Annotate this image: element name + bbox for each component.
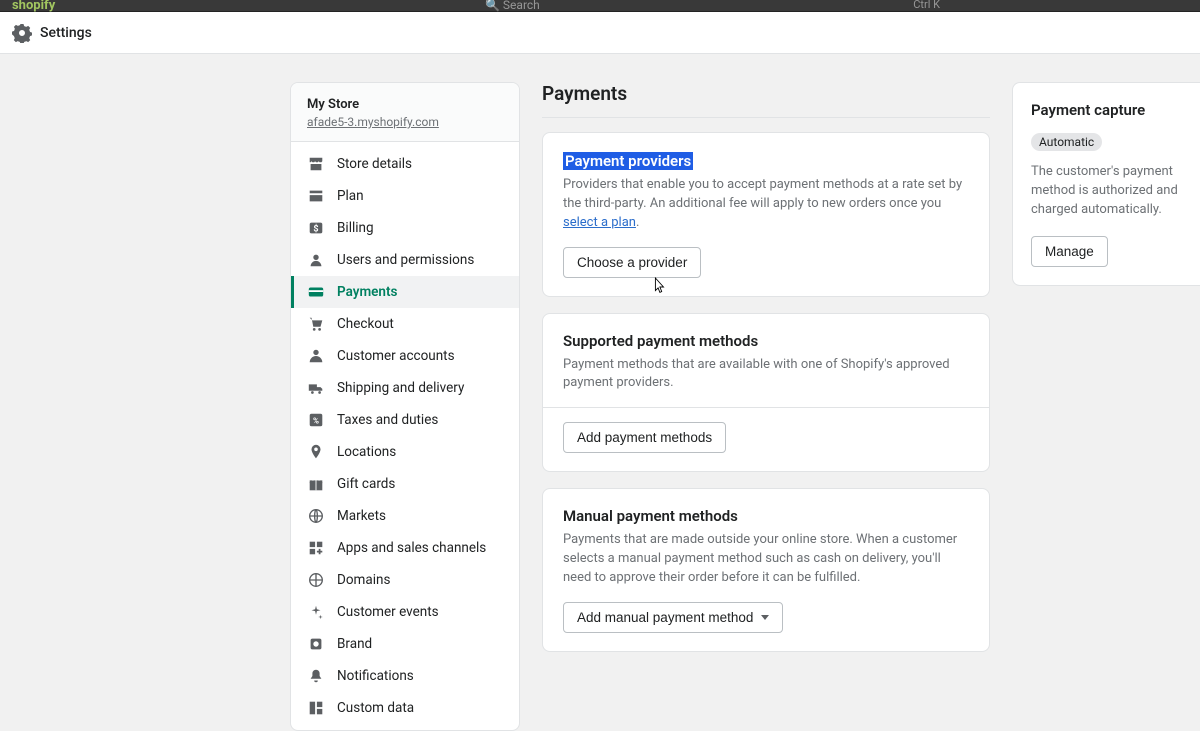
store-url[interactable]: afade5-3.myshopify.com bbox=[307, 115, 503, 129]
sidebar-item-payments[interactable]: Payments bbox=[291, 276, 519, 308]
settings-sidebar: My Store afade5-3.myshopify.com Store de… bbox=[290, 82, 520, 731]
sidebar-item-store-details[interactable]: Store details bbox=[291, 148, 519, 180]
data-icon bbox=[307, 699, 325, 717]
sidebar-item-label: Taxes and duties bbox=[337, 412, 438, 428]
sidebar-item-label: Customer accounts bbox=[337, 348, 455, 364]
card-icon bbox=[307, 283, 325, 301]
bell-icon bbox=[307, 667, 325, 685]
sidebar-item-label: Plan bbox=[337, 188, 364, 204]
sidebar-item-label: Checkout bbox=[337, 316, 394, 332]
automatic-badge: Automatic bbox=[1031, 133, 1102, 151]
sidebar-item-locations[interactable]: Locations bbox=[291, 436, 519, 468]
sidebar-item-taxes[interactable]: % Taxes and duties bbox=[291, 404, 519, 436]
sidebar-item-label: Custom data bbox=[337, 700, 414, 716]
settings-label: Settings bbox=[40, 25, 92, 41]
user-icon bbox=[307, 251, 325, 269]
settings-nav: Store details Plan $ Billing Users and pe… bbox=[291, 142, 519, 730]
sidebar-item-domains[interactable]: Domains bbox=[291, 564, 519, 596]
add-payment-methods-button[interactable]: Add payment methods bbox=[563, 422, 726, 453]
cart-icon bbox=[307, 315, 325, 333]
chevron-down-icon bbox=[761, 615, 769, 620]
capture-title: Payment capture bbox=[1031, 101, 1189, 119]
sidebar-item-brand[interactable]: Brand bbox=[291, 628, 519, 660]
store-header: My Store afade5-3.myshopify.com bbox=[291, 83, 519, 142]
sidebar-item-label: Brand bbox=[337, 636, 372, 652]
sidebar-item-markets[interactable]: Markets bbox=[291, 500, 519, 532]
truck-icon bbox=[307, 379, 325, 397]
select-plan-link[interactable]: select a plan bbox=[563, 215, 636, 230]
sidebar-item-label: Markets bbox=[337, 508, 386, 524]
sidebar-item-custom-data[interactable]: Custom data bbox=[291, 692, 519, 724]
shopify-logo: shopify bbox=[12, 0, 55, 13]
payment-providers-card: Payment providers Providers that enable … bbox=[542, 132, 990, 297]
sidebar-item-notifications[interactable]: Notifications bbox=[291, 660, 519, 692]
accounts-icon bbox=[307, 347, 325, 365]
sidebar-item-shipping[interactable]: Shipping and delivery bbox=[291, 372, 519, 404]
sidebar-item-label: Customer events bbox=[337, 604, 439, 620]
card-desc-manual: Payments that are made outside your onli… bbox=[563, 531, 969, 588]
card-title-manual: Manual payment methods bbox=[563, 507, 969, 525]
add-manual-method-button[interactable]: Add manual payment method bbox=[563, 602, 783, 633]
card-title-supported: Supported payment methods bbox=[563, 332, 969, 350]
sidebar-item-plan[interactable]: Plan bbox=[291, 180, 519, 212]
card-title-providers: Payment providers bbox=[563, 152, 693, 170]
choose-provider-button[interactable]: Choose a provider bbox=[563, 247, 701, 278]
domain-icon bbox=[307, 571, 325, 589]
manual-methods-card: Manual payment methods Payments that are… bbox=[542, 488, 990, 652]
global-search-placeholder[interactable]: 🔍 Search bbox=[485, 0, 540, 12]
apps-icon bbox=[307, 539, 325, 557]
sidebar-item-label: Apps and sales channels bbox=[337, 540, 486, 556]
sidebar-item-label: Payments bbox=[337, 284, 397, 300]
sparkle-icon bbox=[307, 603, 325, 621]
plan-icon bbox=[307, 187, 325, 205]
page-title: Payments bbox=[542, 82, 990, 118]
sidebar-item-label: Billing bbox=[337, 220, 374, 236]
divider bbox=[543, 407, 989, 408]
gift-icon bbox=[307, 475, 325, 493]
search-shortcut: Ctrl K bbox=[913, 0, 940, 11]
globe-icon bbox=[307, 507, 325, 525]
gear-icon bbox=[12, 23, 32, 43]
sidebar-item-label: Gift cards bbox=[337, 476, 395, 492]
sidebar-item-label: Notifications bbox=[337, 668, 414, 684]
store-icon bbox=[307, 155, 325, 173]
main-content: Payments Payment providers Providers tha… bbox=[542, 82, 990, 668]
percent-icon: % bbox=[307, 411, 325, 429]
payment-capture-card: Payment capture Automatic The customer's… bbox=[1012, 82, 1200, 286]
sidebar-item-gift-cards[interactable]: Gift cards bbox=[291, 468, 519, 500]
svg-text:%: % bbox=[313, 416, 319, 426]
store-name: My Store bbox=[307, 97, 503, 112]
sidebar-item-billing[interactable]: $ Billing bbox=[291, 212, 519, 244]
top-app-bar: shopify 🔍 Search Ctrl K bbox=[0, 0, 1200, 12]
sidebar-item-checkout[interactable]: Checkout bbox=[291, 308, 519, 340]
svg-text:$: $ bbox=[313, 224, 318, 235]
dollar-icon: $ bbox=[307, 219, 325, 237]
sidebar-item-users[interactable]: Users and permissions bbox=[291, 244, 519, 276]
card-desc-providers: Providers that enable you to accept paym… bbox=[563, 176, 969, 233]
sidebar-item-label: Shipping and delivery bbox=[337, 380, 464, 396]
pin-icon bbox=[307, 443, 325, 461]
sidebar-item-customer-accounts[interactable]: Customer accounts bbox=[291, 340, 519, 372]
sidebar-item-label: Domains bbox=[337, 572, 390, 588]
sidebar-item-customer-events[interactable]: Customer events bbox=[291, 596, 519, 628]
card-desc-supported: Payment methods that are available with … bbox=[563, 356, 969, 394]
capture-desc: The customer's payment method is authori… bbox=[1031, 163, 1189, 220]
manage-capture-button[interactable]: Manage bbox=[1031, 236, 1108, 267]
sidebar-item-apps[interactable]: Apps and sales channels bbox=[291, 532, 519, 564]
sidebar-item-label: Users and permissions bbox=[337, 252, 474, 268]
sidebar-item-label: Store details bbox=[337, 156, 412, 172]
settings-header: Settings bbox=[0, 12, 1200, 54]
supported-methods-card: Supported payment methods Payment method… bbox=[542, 313, 990, 473]
sidebar-item-label: Locations bbox=[337, 444, 396, 460]
brand-icon bbox=[307, 635, 325, 653]
